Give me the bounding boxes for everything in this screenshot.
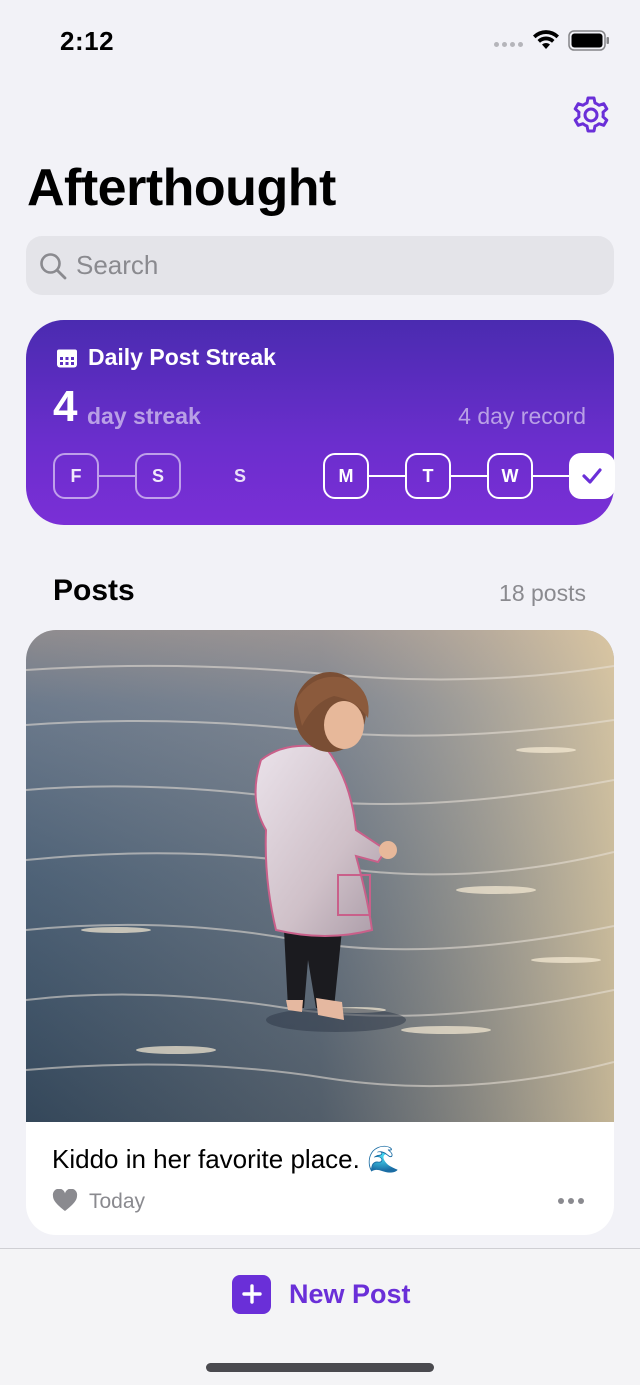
streak-day-tue: T (405, 453, 451, 499)
battery-icon (568, 30, 609, 51)
more-options-button[interactable] (554, 1188, 588, 1214)
wifi-icon (533, 30, 559, 49)
streak-connector (533, 475, 569, 477)
post-photo[interactable] (26, 630, 614, 1122)
streak-header: Daily Post Streak (56, 344, 276, 371)
streak-day-mon: M (323, 453, 369, 499)
streak-connector (369, 475, 405, 477)
streak-record: 4 day record (458, 403, 586, 429)
streak-day-wed: W (487, 453, 533, 499)
search-icon (40, 252, 67, 279)
streak-day-row: F S S M T W (53, 453, 615, 499)
bottom-toolbar: New Post (0, 1248, 640, 1385)
posts-heading: Posts (53, 574, 135, 607)
settings-button[interactable] (568, 92, 614, 138)
ellipsis-dot (568, 1198, 574, 1204)
calendar-icon (57, 349, 77, 367)
streak-day-sat: S (135, 453, 181, 499)
post-date: Today (89, 1190, 146, 1213)
streak-day-sun: S (233, 465, 246, 486)
home-indicator[interactable] (206, 1363, 434, 1372)
posts-count: 18 posts (499, 580, 586, 606)
status-time: 2:12 (60, 26, 115, 56)
app-title: Afterthought (27, 159, 336, 217)
new-post-label: New Post (289, 1278, 411, 1309)
status-bar: 2:12 (0, 0, 640, 80)
ellipsis-icon (558, 1198, 564, 1204)
heart-icon[interactable] (52, 1189, 78, 1213)
gear-icon (573, 96, 609, 133)
streak-day-today (569, 453, 615, 499)
signal-dots-icon (494, 42, 523, 47)
plus-icon (232, 1274, 271, 1314)
ellipsis-dot (578, 1198, 584, 1204)
new-post-button[interactable]: New Post (232, 1274, 411, 1314)
search-bar[interactable] (26, 236, 614, 295)
streak-unit: day streak (87, 403, 201, 429)
post-card[interactable]: Kiddo in her favorite place. 🌊 Today (26, 630, 614, 1235)
checkmark-icon (582, 468, 602, 484)
streak-count: 4 (53, 382, 78, 431)
streak-day-fri: F (53, 453, 99, 499)
post-caption: Kiddo in her favorite place. 🌊 (52, 1144, 400, 1174)
streak-connector (99, 475, 135, 477)
search-input[interactable] (76, 250, 596, 281)
streak-connector (451, 475, 487, 477)
streak-card[interactable]: Daily Post Streak 4 day streak 4 day rec… (26, 320, 615, 525)
streak-title: Daily Post Streak (88, 344, 276, 370)
